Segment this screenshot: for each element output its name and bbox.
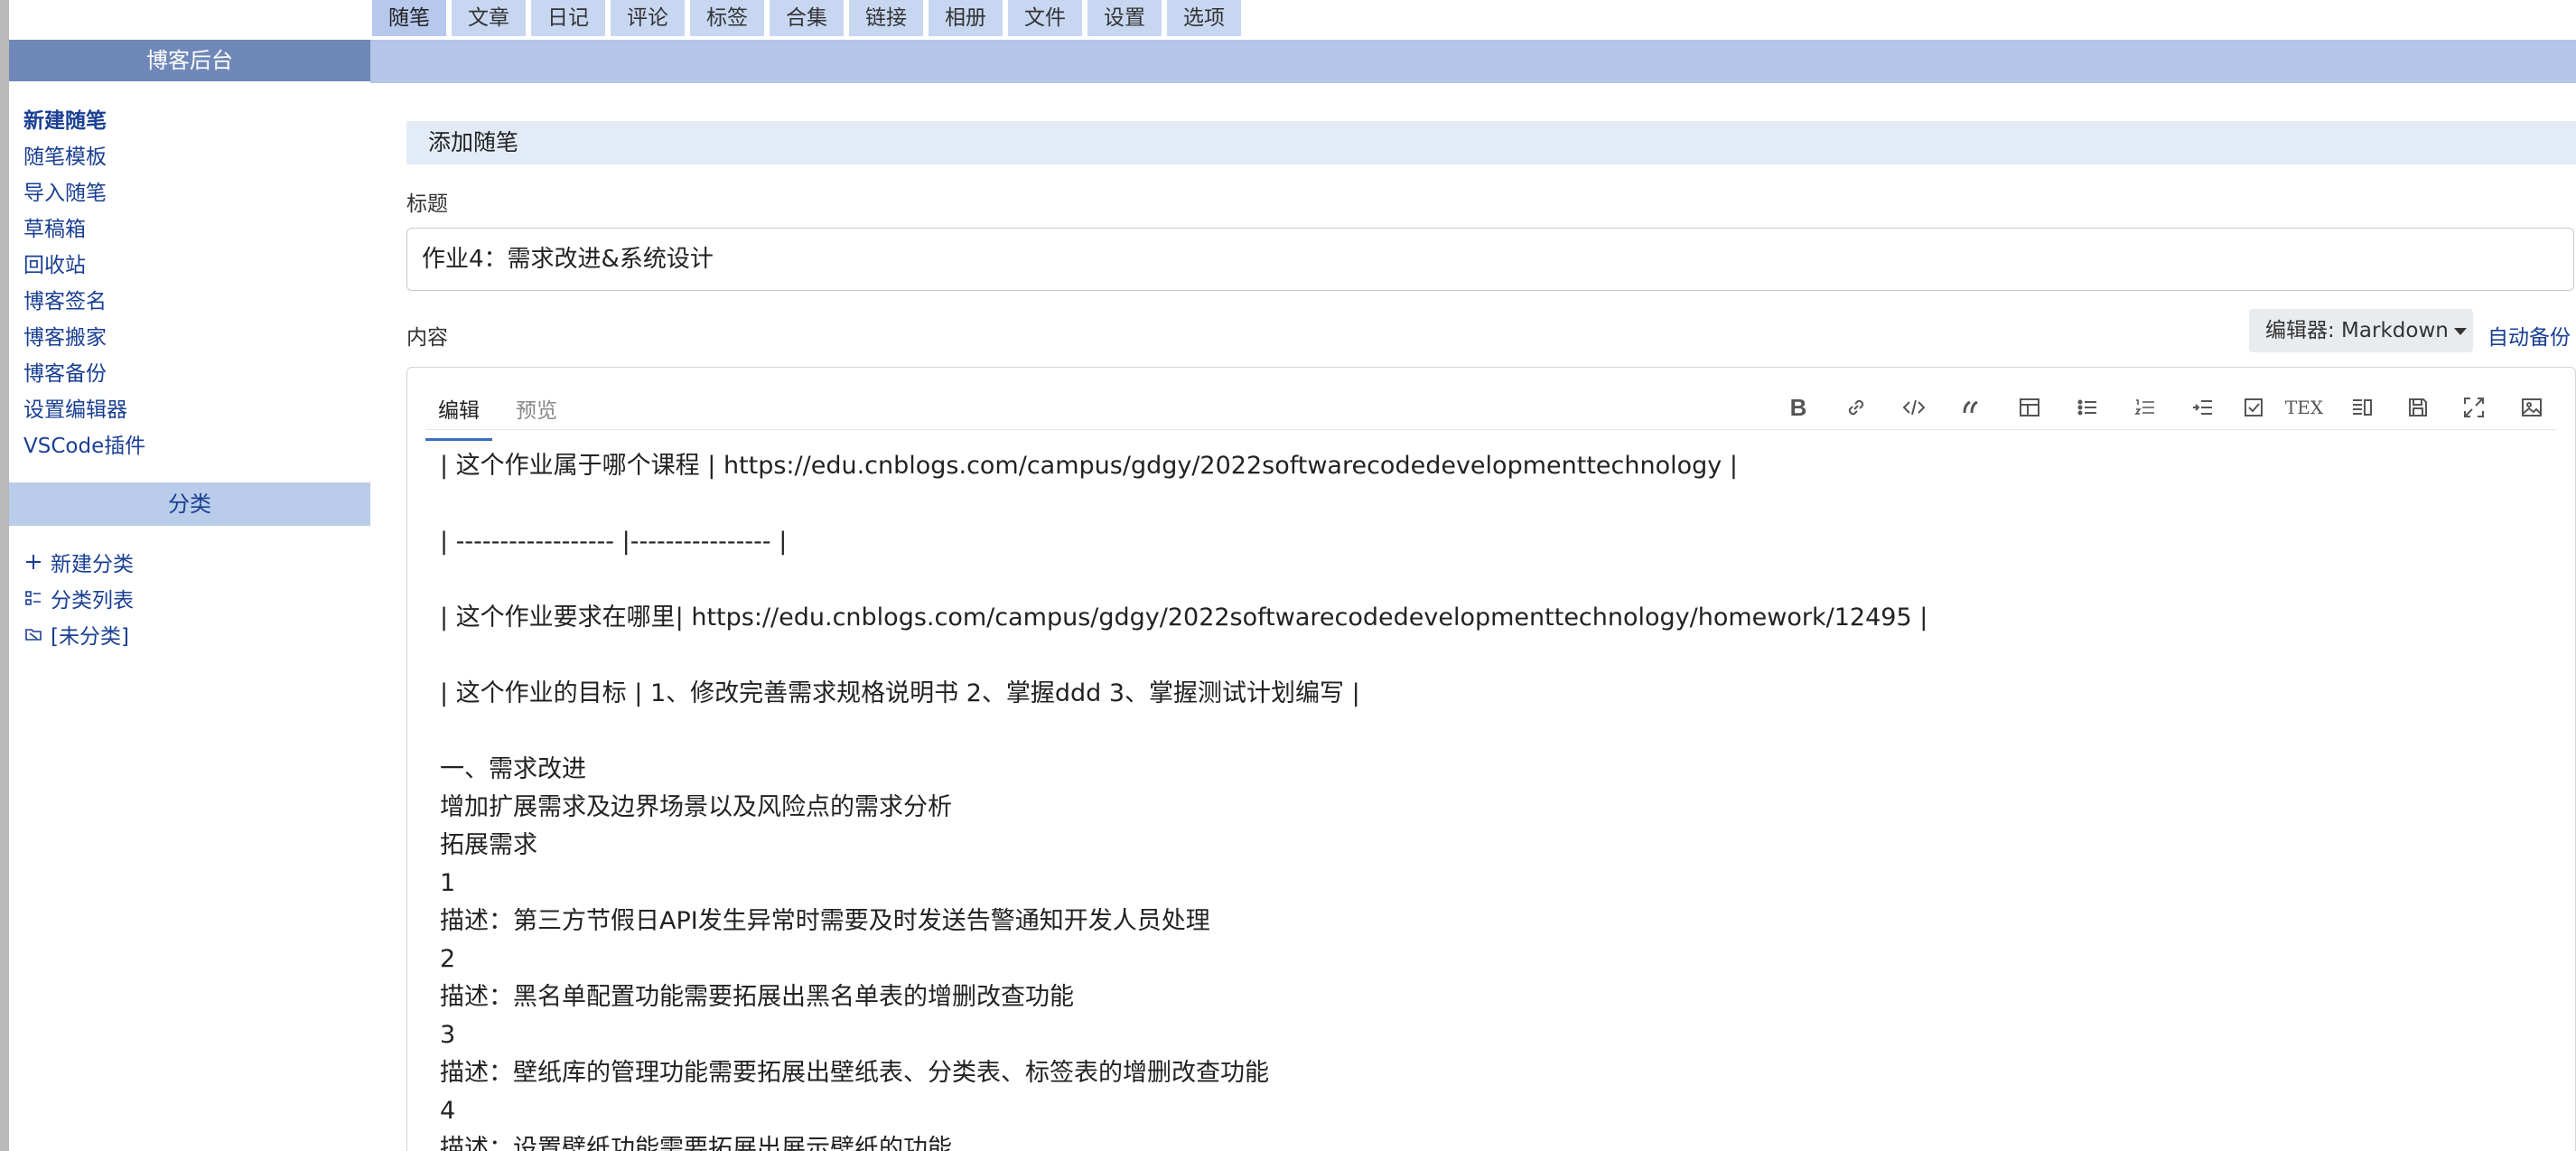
content-line: [440, 713, 2553, 751]
image-icon[interactable]: [2514, 389, 2550, 426]
new-category-label: 新建分类: [51, 553, 134, 576]
sidebar-item-backup[interactable]: 博客备份: [23, 356, 145, 392]
tab-albums[interactable]: 相册: [929, 0, 1003, 36]
page: 博客后台 新建随笔 随笔模板 导入随笔 草稿箱 回收站 博客签名 博客搬家 博客…: [0, 0, 2576, 1151]
section-title: 添加随笔: [406, 121, 2576, 164]
sidebar-item-vscode-plugin[interactable]: VSCode插件: [23, 428, 145, 464]
sidebar-item-signature[interactable]: 博客签名: [23, 284, 145, 320]
content-line: 一、需求改进: [440, 755, 586, 783]
top-tabs: 随笔 文章 日记 评论 标签 合集 链接 相册 文件 设置 选项: [372, 0, 1246, 36]
sidebar-item-templates[interactable]: 随笔模板: [23, 139, 145, 175]
tab-files[interactable]: 文件: [1008, 0, 1082, 36]
editor-content[interactable]: | 这个作业属于哪个课程 | https://edu.cnblogs.com/c…: [440, 447, 2553, 1151]
checkbox-icon[interactable]: [2235, 389, 2272, 426]
tex-icon[interactable]: TEX: [2285, 389, 2323, 426]
tab-options[interactable]: 选项: [1167, 0, 1241, 36]
quote-icon[interactable]: [1954, 389, 1990, 426]
tab-collections[interactable]: 合集: [770, 0, 844, 36]
tab-diary[interactable]: 日记: [531, 0, 605, 36]
content-line: 4: [440, 1097, 456, 1125]
category-links: 新建分类 分类列表 [未分类]: [23, 544, 134, 652]
indent-icon[interactable]: [2185, 389, 2221, 426]
title-input[interactable]: 作业4：需求改进&系统设计: [406, 228, 2574, 291]
sidebar-title: 博客后台: [9, 40, 370, 81]
tab-articles[interactable]: 文章: [452, 0, 526, 36]
content-line: 描述：黑名单配置功能需要拓展出黑名单表的增删改查功能: [440, 983, 1074, 1011]
content-line: 增加扩展需求及边界场景以及风险点的需求分析: [440, 793, 952, 821]
sidebar-item-migrate[interactable]: 博客搬家: [23, 320, 145, 356]
content-line: [440, 637, 2553, 675]
folder-icon: [23, 624, 43, 644]
save-icon[interactable]: [2400, 389, 2436, 426]
editor-tabs: 编辑 预览: [425, 384, 581, 441]
tab-edit[interactable]: 编辑: [425, 384, 492, 441]
bold-icon[interactable]: B: [1780, 389, 1816, 426]
title-label: 标题: [406, 192, 448, 216]
tab-posts[interactable]: 随笔: [372, 0, 446, 36]
content-line: 3: [440, 1021, 456, 1049]
editor-toolbar: B TEX: [1780, 389, 2557, 426]
sidebar: 博客后台 新建随笔 随笔模板 导入随笔 草稿箱 回收站 博客签名 博客搬家 博客…: [9, 0, 370, 1151]
content-line: | 这个作业属于哪个课程 | https://edu.cnblogs.com/c…: [440, 452, 1738, 480]
ordered-list-icon[interactable]: [2127, 389, 2163, 426]
sidebar-item-editor-settings[interactable]: 设置编辑器: [23, 392, 145, 428]
category-list-link[interactable]: 分类列表: [23, 580, 134, 616]
sidebar-links: 新建随笔 随笔模板 导入随笔 草稿箱 回收站 博客签名 博客搬家 博客备份 设置…: [23, 103, 145, 464]
content-line: 1: [440, 869, 456, 897]
tab-tags[interactable]: 标签: [690, 0, 764, 36]
editor-select-label: 编辑器: Markdown: [2265, 319, 2449, 342]
uncategorized-link[interactable]: [未分类]: [23, 616, 134, 652]
header-band: [370, 40, 2576, 83]
content-line: 描述：第三方节假日API发生异常时需要及时发送告警通知开发人员处理: [440, 907, 1210, 935]
sidebar-item-drafts[interactable]: 草稿箱: [23, 211, 145, 248]
autobackup-link[interactable]: 自动备份: [2487, 320, 2571, 351]
sidebar-item-recycle-bin[interactable]: 回收站: [23, 248, 145, 284]
fullscreen-icon[interactable]: [2456, 389, 2492, 426]
markdown-editor: 编辑 预览 B TEX | 这个作业属于哪个课程 | https://edu.c…: [406, 367, 2576, 1151]
table-icon[interactable]: [2011, 389, 2048, 426]
category-title: 分类: [9, 482, 370, 526]
tab-comments[interactable]: 评论: [611, 0, 685, 36]
tab-settings[interactable]: 设置: [1087, 0, 1162, 36]
new-category-link[interactable]: 新建分类: [23, 544, 134, 580]
sidebar-item-import[interactable]: 导入随笔: [23, 175, 145, 211]
left-strip: [0, 0, 9, 1151]
tab-links[interactable]: 链接: [849, 0, 923, 36]
side-by-side-icon[interactable]: [2344, 389, 2380, 426]
content-line: | 这个作业的目标 | 1、修改完善需求规格说明书 2、掌握ddd 3、掌握测试…: [440, 679, 1360, 707]
toolbar-divider: [425, 429, 2557, 430]
content-line: [440, 561, 2553, 599]
content-line: | 这个作业要求在哪里| https://edu.cnblogs.com/cam…: [440, 604, 1928, 632]
content-line: 2: [440, 945, 456, 973]
content-line: 描述：设置壁纸功能需要拓展出展示壁纸的功能: [440, 1135, 952, 1151]
plus-icon: [23, 552, 43, 572]
link-icon[interactable]: [1838, 389, 1874, 426]
editor-select[interactable]: 编辑器: Markdown: [2249, 309, 2473, 352]
chevron-down-icon: [2453, 327, 2467, 335]
code-icon[interactable]: [1896, 389, 1932, 426]
uncategorized-label: [未分类]: [51, 625, 129, 649]
content-line: | ------------------ |---------------- |: [440, 528, 788, 556]
content-line: [440, 485, 2553, 523]
category-list-label: 分类列表: [51, 589, 134, 613]
list-icon: [23, 588, 43, 608]
content-label: 内容: [406, 326, 448, 350]
bullet-list-icon[interactable]: [2069, 389, 2105, 426]
content-line: 拓展需求: [440, 831, 537, 859]
tab-preview[interactable]: 预览: [503, 384, 570, 441]
sidebar-item-new-post[interactable]: 新建随笔: [23, 103, 145, 139]
content-line: 描述：壁纸库的管理功能需要拓展出壁纸表、分类表、标签表的增删改查功能: [440, 1059, 1269, 1087]
